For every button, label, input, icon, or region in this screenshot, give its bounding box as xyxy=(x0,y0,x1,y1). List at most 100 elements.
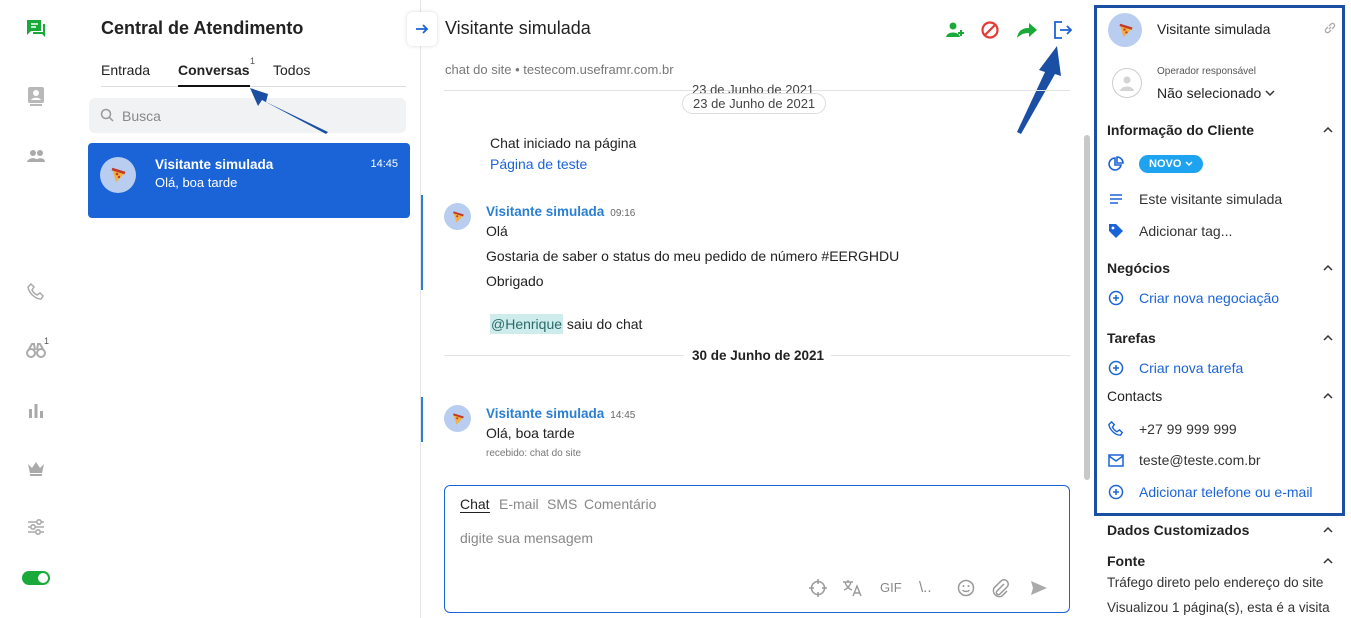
email-value: teste@teste.com.br xyxy=(1139,452,1261,468)
tab-conversas[interactable]: Conversas xyxy=(178,62,250,87)
tag-icon xyxy=(1107,222,1125,240)
operator-select[interactable]: Não selecionado xyxy=(1157,85,1275,101)
search-icon xyxy=(100,108,114,122)
conversation-item[interactable]: Visitante simulada 14:45 Olá, boa tarde xyxy=(88,143,410,218)
message-time: 14:45 xyxy=(610,410,636,421)
gif-button[interactable]: GIF xyxy=(880,580,902,595)
description-row: Este visitante simulada xyxy=(1107,190,1282,208)
conversation-time: 14:45 xyxy=(370,158,398,170)
chevron-down-icon xyxy=(1265,90,1275,97)
chevron-up-icon[interactable] xyxy=(1323,392,1333,400)
add-contact-button[interactable]: Adicionar telefone ou e-mail xyxy=(1107,483,1313,501)
phone-icon[interactable] xyxy=(24,280,48,304)
divider xyxy=(444,355,684,356)
phone-row[interactable]: +27 99 999 999 xyxy=(1107,420,1237,438)
inbox-tabs: Entrada Conversas 1 Todos xyxy=(101,56,406,87)
new-task-button[interactable]: Criar nova tarefa xyxy=(1107,359,1243,377)
chevron-up-icon[interactable] xyxy=(1323,526,1333,534)
bar-chart-icon[interactable] xyxy=(24,398,48,422)
mention-tag[interactable]: @Henrique xyxy=(490,314,564,334)
chevron-up-icon[interactable] xyxy=(1323,334,1333,342)
inbox-panel: Central de Atendimento Entrada Conversas… xyxy=(72,0,420,618)
source-text: Tráfego direto pelo endereço do site xyxy=(1107,575,1324,590)
status-row: NOVO xyxy=(1107,155,1204,173)
chat-visitor-name: Visitante simulada xyxy=(445,18,591,38)
plus-circle-icon xyxy=(1107,483,1125,501)
pizza-icon xyxy=(111,167,126,182)
target-icon[interactable] xyxy=(808,578,828,598)
chevron-up-icon[interactable] xyxy=(1323,126,1333,134)
section-client-info[interactable]: Informação do Cliente xyxy=(1107,122,1254,138)
section-custom-data[interactable]: Dados Customizados xyxy=(1107,522,1249,538)
conversation-preview: Olá, boa tarde xyxy=(155,175,238,190)
visits-text: Visualizou 1 página(s), esta é a visita xyxy=(1107,600,1330,615)
divider xyxy=(831,355,1070,356)
exit-chat-button[interactable] xyxy=(1050,18,1074,42)
tab-todos[interactable]: Todos xyxy=(273,62,310,87)
pizza-icon xyxy=(1118,23,1132,37)
attachment-icon[interactable] xyxy=(990,578,1010,598)
chat-started-link[interactable]: Página de teste xyxy=(490,156,587,172)
settings-sliders-icon[interactable] xyxy=(24,515,48,539)
chat-panel: Visitante simulada chat do site • testec… xyxy=(407,0,1092,618)
chevron-up-icon[interactable] xyxy=(1323,557,1333,565)
section-source[interactable]: Fonte xyxy=(1107,553,1145,569)
message-sender: Visitante simulada xyxy=(486,204,605,219)
section-contacts[interactable]: Contacts xyxy=(1107,388,1162,404)
message-input[interactable]: digite sua mensagem xyxy=(460,530,593,546)
chat-icon[interactable] xyxy=(24,17,48,41)
search-box[interactable]: Busca xyxy=(89,98,406,133)
add-user-icon xyxy=(946,22,964,37)
plus-circle-icon xyxy=(1107,359,1125,377)
translate-icon[interactable] xyxy=(842,578,864,598)
phone-icon xyxy=(1107,420,1125,438)
search-input[interactable]: Busca xyxy=(122,108,161,124)
tab-entrada[interactable]: Entrada xyxy=(101,62,150,87)
message-header: Visitante simulada 09:16 xyxy=(486,203,635,219)
avatar xyxy=(1108,13,1142,47)
section-tasks[interactable]: Tarefas xyxy=(1107,330,1156,346)
composer-tab-sms[interactable]: SMS xyxy=(547,496,577,512)
composer-tab-email[interactable]: E-mail xyxy=(499,496,539,512)
status-badge[interactable]: NOVO xyxy=(1139,155,1204,173)
new-deal-button[interactable]: Criar nova negociação xyxy=(1107,289,1279,307)
composer-tab-comment[interactable]: Comentário xyxy=(584,496,656,512)
visitor-description[interactable]: Este visitante simulada xyxy=(1139,191,1282,207)
block-icon xyxy=(981,21,999,39)
system-event: @Henrique saiu do chat xyxy=(490,314,643,334)
page-title: Central de Atendimento xyxy=(101,18,304,38)
chevron-up-icon[interactable] xyxy=(1323,264,1333,272)
mail-icon xyxy=(1107,451,1125,469)
message-line: Obrigado xyxy=(486,273,544,289)
send-icon[interactable] xyxy=(1029,578,1049,598)
tab-conversas-badge: 1 xyxy=(250,56,256,66)
message-line: Olá xyxy=(486,223,508,239)
online-toggle[interactable] xyxy=(22,566,50,590)
operator-avatar xyxy=(1112,68,1142,98)
shortcut-button[interactable]: \.. xyxy=(919,579,932,596)
chevron-down-icon xyxy=(1185,161,1193,166)
section-deals[interactable]: Negócios xyxy=(1107,260,1170,276)
block-button[interactable] xyxy=(978,18,1002,42)
pizza-icon xyxy=(452,412,464,424)
pie-chart-icon xyxy=(1107,155,1125,173)
email-row[interactable]: teste@teste.com.br xyxy=(1107,451,1261,469)
phone-value: +27 99 999 999 xyxy=(1139,421,1237,437)
left-chat-text: saiu do chat xyxy=(566,316,643,332)
link-icon[interactable] xyxy=(1323,21,1337,35)
conversation-name: Visitante simulada xyxy=(155,157,274,172)
emoji-icon[interactable] xyxy=(956,578,976,598)
details-visitor-name: Visitante simulada xyxy=(1157,21,1271,37)
user-icon xyxy=(1120,76,1134,91)
collapse-button[interactable] xyxy=(407,12,437,46)
crown-icon[interactable] xyxy=(24,456,48,480)
contact-card-icon[interactable] xyxy=(24,84,48,108)
tag-row[interactable]: Adicionar tag... xyxy=(1107,222,1232,240)
composer-tab-chat[interactable]: Chat xyxy=(460,496,490,513)
team-icon[interactable] xyxy=(24,144,48,168)
scrollbar[interactable] xyxy=(1084,135,1090,480)
arrow-right-icon xyxy=(416,24,429,34)
forward-button[interactable] xyxy=(1015,18,1039,42)
plus-circle-icon xyxy=(1107,289,1125,307)
assign-user-button[interactable] xyxy=(943,18,967,42)
